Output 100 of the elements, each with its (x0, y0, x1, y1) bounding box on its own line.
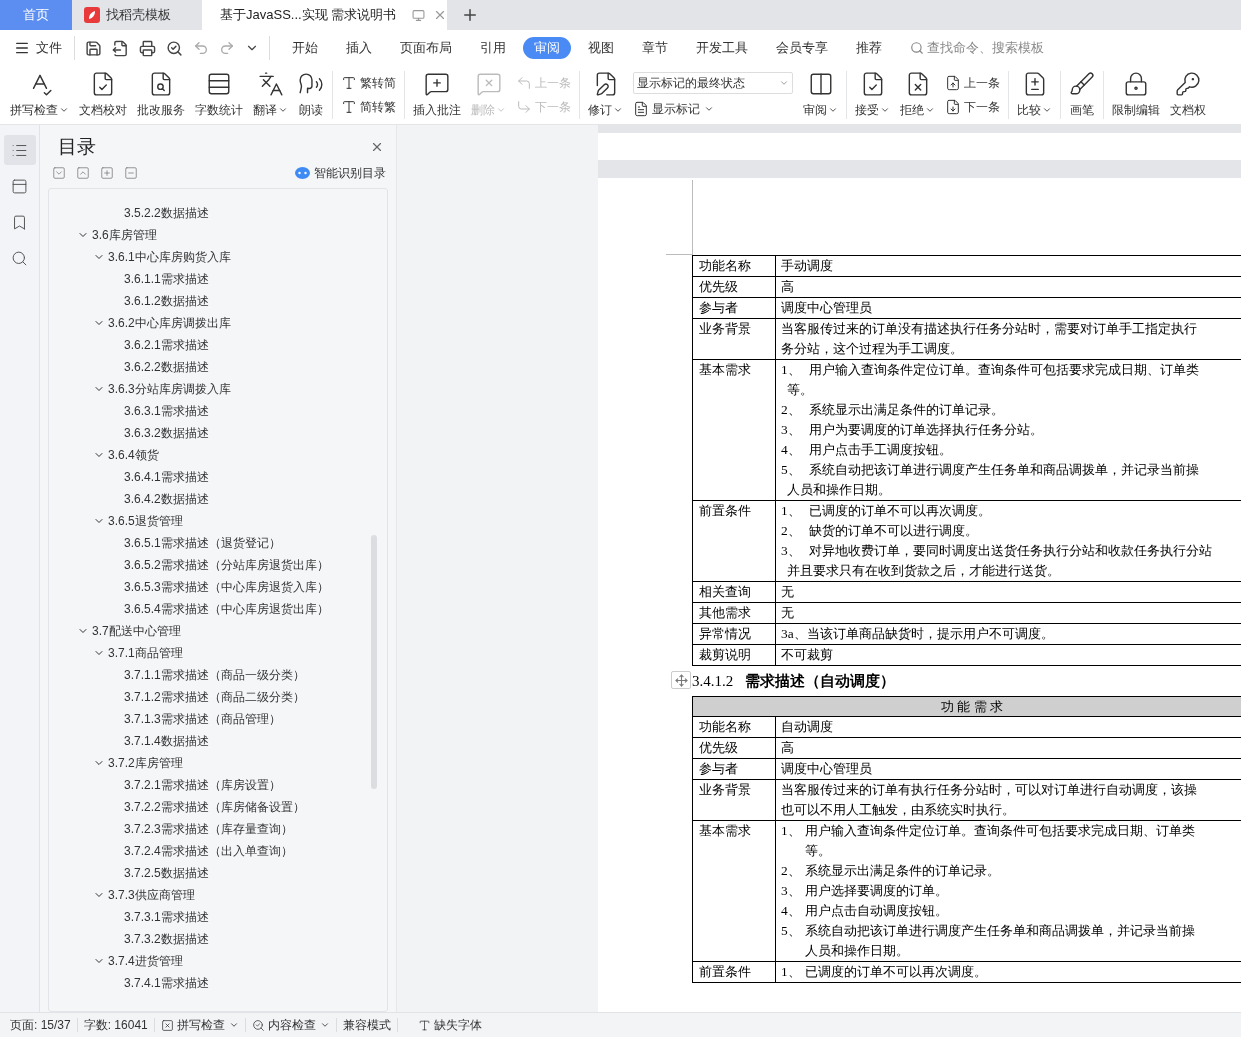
toc-entry[interactable]: 3.6.3分站库房调拨入库 (108, 379, 231, 398)
toc-entry[interactable]: 3.6.4领货 (108, 445, 159, 464)
ribbon-button[interactable]: 修订 (584, 71, 627, 119)
command-search-field[interactable]: 查找命令、搜索模板 (910, 38, 1067, 58)
ribbon-button[interactable]: 简转繁 (341, 98, 396, 116)
ribbon-button[interactable]: 显示标记 (633, 100, 793, 118)
save-icon[interactable] (85, 39, 102, 57)
new-tab-icon[interactable] (461, 6, 479, 24)
character-icon (341, 75, 357, 91)
toc-entry[interactable]: 3.7.1.1需求描述（商品一级分类） (124, 665, 305, 684)
table-cell: 基本需求 (692, 359, 776, 501)
expand-all-icon[interactable] (52, 165, 66, 180)
ribbon-tab[interactable]: 插入 (335, 37, 383, 59)
file-menu-button[interactable]: 文件 (14, 38, 62, 58)
ribbon-tab[interactable]: 开始 (281, 37, 329, 59)
toc-entry[interactable]: 3.7.3供应商管理 (108, 885, 195, 904)
table-cell: 参与者 (692, 297, 776, 319)
ribbon-button[interactable]: 拒绝 (896, 71, 939, 119)
ribbon-tab[interactable]: 页面布局 (389, 37, 463, 59)
toc-entry[interactable]: 3.6.5退货管理 (108, 511, 183, 530)
toc-entry[interactable]: 3.6.3.1需求描述 (124, 401, 209, 420)
ribbon-tab[interactable]: 开发工具 (685, 37, 759, 59)
move-handle[interactable] (671, 671, 691, 689)
toc-entry[interactable]: 3.7.3.1需求描述 (124, 907, 209, 926)
scrollbar-thumb[interactable] (371, 534, 377, 789)
toc-entry[interactable]: 3.7.2.5数据描述 (124, 863, 209, 882)
toc-entry[interactable]: 3.7.2.3需求描述（库存量查询） (124, 819, 293, 838)
ribbon-tab[interactable]: 引用 (469, 37, 517, 59)
ribbon-button[interactable]: 画笔 (1065, 71, 1099, 119)
toc-entry[interactable]: 3.6.1中心库房购货入库 (108, 247, 231, 266)
toc-entry[interactable]: 3.7.4进货管理 (108, 951, 183, 970)
toc-entry[interactable]: 3.6.5.3需求描述（中心库房退货入库） (124, 577, 329, 596)
panel-title: 目录 (58, 135, 96, 159)
toc-entry[interactable]: 3.5.2.2数据描述 (124, 203, 209, 222)
ribbon-button[interactable]: 朗读 (294, 71, 328, 119)
ribbon-tab[interactable]: 会员专享 (765, 37, 839, 59)
export-icon[interactable] (112, 39, 129, 57)
toc-entry[interactable]: 3.6.1.1需求描述 (124, 269, 209, 288)
search-icon (11, 249, 28, 267)
toc-entry[interactable]: 3.6.3.2数据描述 (124, 423, 209, 442)
smart-toc-button[interactable]: 智能识别目录 (295, 163, 386, 182)
caret-icon (278, 105, 288, 115)
ribbon-button[interactable]: 插入批注 (409, 71, 465, 119)
toc-entry[interactable]: 3.6库房管理 (92, 225, 157, 244)
markup-mode-dropdown[interactable]: 显示标记的最终状态 (633, 72, 793, 94)
ribbon-button[interactable]: 审阅 (799, 71, 842, 119)
ribbon-button[interactable]: 接受 (851, 71, 894, 119)
minus-icon[interactable] (124, 165, 138, 180)
table-cell: 功能名称 (692, 255, 776, 277)
ribbon-button[interactable]: 翻译 (249, 71, 292, 119)
toc-entry[interactable]: 3.7.1商品管理 (108, 643, 183, 662)
toc-entry[interactable]: 3.6.4.1需求描述 (124, 467, 209, 486)
ribbon-button[interactable]: 拼写检查 (6, 71, 73, 119)
undo-icon[interactable] (193, 40, 209, 56)
window-tab[interactable]: 基于JavaSS...实现 需求说明书 (202, 0, 447, 30)
ribbon-button[interactable]: 字数统计 (191, 71, 247, 119)
toc-entry[interactable]: 3.7.1.3需求描述（商品管理） (124, 709, 281, 728)
ribbon-button[interactable]: 文档校对 (75, 71, 131, 119)
status-button[interactable]: 缺失字体 (417, 1016, 482, 1034)
toc-entry[interactable]: 3.7.2.1需求描述（库房设置） (124, 775, 281, 794)
monitor-icon[interactable] (412, 8, 426, 22)
toc-entry[interactable]: 3.6.1.2数据描述 (124, 291, 209, 310)
toc-entry[interactable]: 3.7.1.4数据描述 (124, 731, 209, 750)
ribbon-button[interactable]: 繁转简 (341, 74, 396, 92)
ribbon-tab[interactable]: 章节 (631, 37, 679, 59)
toc-entry[interactable]: 3.6.5.4需求描述（中心库房退货出库） (124, 599, 329, 618)
collapse-all-icon[interactable] (76, 165, 90, 180)
plus-icon[interactable] (100, 165, 114, 180)
ribbon-tab[interactable]: 视图 (577, 37, 625, 59)
character-icon (341, 99, 357, 115)
ribbon-button[interactable]: 文档权 (1166, 71, 1210, 119)
status-button[interactable]: 拼写检查 (160, 1016, 239, 1034)
toc-entry[interactable]: 3.7.3.2数据描述 (124, 929, 209, 948)
toc-entry[interactable]: 3.7配送中心管理 (92, 621, 181, 640)
ribbon-button[interactable]: 批改服务 (133, 71, 189, 119)
table-cell: 异常情况 (692, 623, 776, 645)
toc-entry[interactable]: 3.6.5.1需求描述（退货登记） (124, 533, 281, 552)
toc-entry[interactable]: 3.6.2.1需求描述 (124, 335, 209, 354)
toc-entry[interactable]: 3.7.2库房管理 (108, 753, 183, 772)
toc-entry[interactable]: 3.7.1.2需求描述（商品二级分类） (124, 687, 305, 706)
caret-icon (925, 105, 935, 115)
toc-entry[interactable]: 3.7.4.1需求描述 (124, 973, 209, 992)
toc-entry[interactable]: 3.7.2.4需求描述（出入单查询） (124, 841, 293, 860)
preview-icon[interactable] (166, 39, 183, 57)
toc-entry[interactable]: 3.6.5.2需求描述（分站库房退货出库） (124, 555, 329, 574)
table-cell: 手动调度 (775, 255, 1241, 277)
toc-entry[interactable]: 3.6.2中心库房调拨出库 (108, 313, 231, 332)
ribbon-button[interactable]: 下一条 (945, 98, 1000, 116)
ribbon-tab[interactable]: 推荐 (845, 37, 893, 59)
toc-entry[interactable]: 3.6.4.2数据描述 (124, 489, 209, 508)
caret-icon (779, 78, 789, 88)
toc-entry[interactable]: 3.6.2.2数据描述 (124, 357, 209, 376)
redo-icon[interactable] (219, 40, 235, 56)
toc-entry[interactable]: 3.7.2.2需求描述（库房储备设置） (124, 797, 305, 816)
ribbon-button[interactable]: 比较 (1013, 71, 1056, 119)
print-icon[interactable] (139, 39, 156, 57)
sidebar-tab[interactable] (3, 135, 36, 165)
ribbon-button[interactable]: 限制编辑 (1108, 71, 1164, 119)
ribbon-button[interactable]: 上一条 (945, 74, 1000, 92)
status-button[interactable]: 内容检查 (251, 1016, 330, 1034)
